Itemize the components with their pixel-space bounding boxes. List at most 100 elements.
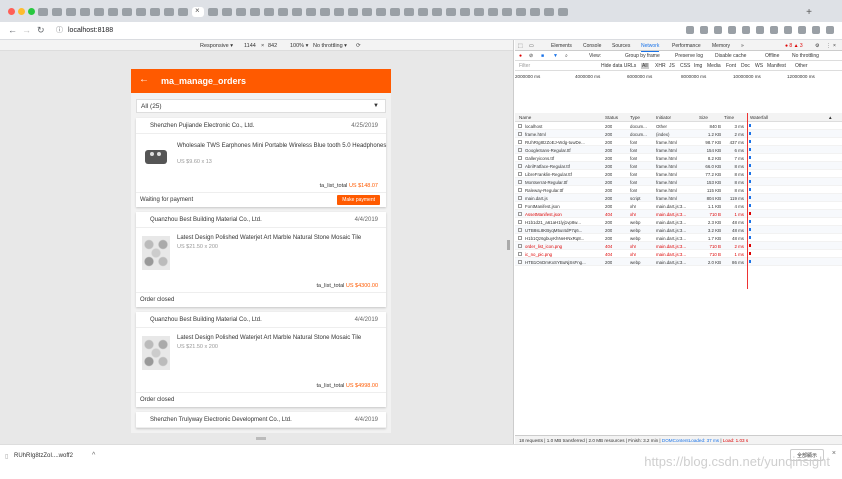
menu-dots-icon[interactable]: [826, 26, 834, 34]
filter-type-xhr[interactable]: XHR: [655, 63, 666, 69]
tab-performance[interactable]: Performance: [672, 43, 701, 49]
browser-tab[interactable]: [502, 8, 512, 16]
tab-memory[interactable]: Memory: [712, 43, 730, 49]
browser-tab[interactable]: [474, 8, 484, 16]
more-tabs-button[interactable]: »: [741, 43, 744, 49]
browser-tab[interactable]: [80, 8, 90, 16]
request-row[interactable]: main.dart.js 200 script frame.html 804 KB 119…: [515, 194, 842, 202]
filter-type-all[interactable]: All: [641, 63, 649, 69]
browser-tab[interactable]: [264, 8, 274, 16]
request-row[interactable]: frame.html 200 docum... (index) 1.2 KB 2 ms: [515, 130, 842, 138]
shop-name[interactable]: Shenzhen Pujiande Electronic Co., Ltd.: [150, 123, 254, 129]
active-tab[interactable]: [192, 6, 204, 17]
request-row[interactable]: order_list_icon.png 404 xhr main.dart.js:3.…: [515, 242, 842, 250]
minimize-window-button[interactable]: [18, 8, 25, 15]
request-initiator[interactable]: frame.html: [656, 196, 696, 201]
request-initiator[interactable]: main.dart.js:3...: [656, 260, 696, 265]
extension-icon[interactable]: [798, 26, 806, 34]
request-row[interactable]: Montserrat-Regular.ttf 200 font frame.html 1…: [515, 178, 842, 186]
request-initiator[interactable]: Other: [656, 124, 696, 129]
viewport-height-input[interactable]: 842: [268, 43, 277, 49]
extension-icon[interactable]: [756, 26, 764, 34]
filter-type-css[interactable]: CSS: [680, 63, 690, 69]
new-tab-button[interactable]: +: [806, 7, 812, 18]
request-row[interactable]: H1b1Qz6gbuyKhNeHNxRq8... 200 webp main.dart…: [515, 234, 842, 242]
browser-tab[interactable]: [236, 8, 246, 16]
browser-tab[interactable]: [150, 8, 160, 16]
clear-icon[interactable]: ⊘: [529, 53, 533, 59]
browser-tab[interactable]: [306, 8, 316, 16]
disable-cache-checkbox[interactable]: Disable cache: [715, 53, 746, 59]
profile-avatar[interactable]: [812, 26, 820, 34]
column-initiator[interactable]: Initiator: [656, 115, 671, 120]
request-initiator[interactable]: frame.html: [656, 172, 696, 177]
request-row[interactable]: RUhRIg8tzZoEJ-Wdg-tuwDe... 200 font frame.h…: [515, 138, 842, 146]
browser-tab[interactable]: [362, 8, 372, 16]
browser-tab[interactable]: [418, 8, 428, 16]
filter-type-ws[interactable]: WS: [755, 63, 763, 69]
browser-tab[interactable]: [488, 8, 498, 16]
browser-tab[interactable]: [178, 8, 188, 16]
order-item[interactable]: Latest Design Polished Waterjet Art Marb…: [136, 328, 386, 392]
bookmark-star-icon[interactable]: [686, 26, 694, 34]
filter-type-media[interactable]: Media: [707, 63, 721, 69]
browser-tab[interactable]: [66, 8, 76, 16]
request-initiator[interactable]: frame.html: [656, 188, 696, 193]
filter-input[interactable]: Filter: [519, 63, 530, 69]
browser-tab[interactable]: [404, 8, 414, 16]
browser-tab[interactable]: [164, 8, 174, 16]
browser-tab[interactable]: [52, 8, 62, 16]
browser-tab[interactable]: [530, 8, 540, 16]
browser-tab[interactable]: [250, 8, 260, 16]
close-window-button[interactable]: [8, 8, 15, 15]
make-payment-button[interactable]: Make payment: [337, 195, 380, 205]
request-initiator[interactable]: frame.html: [656, 140, 696, 145]
order-filter-dropdown[interactable]: All (25) ▼: [136, 99, 386, 113]
browser-tab[interactable]: [122, 8, 132, 16]
kebab-menu-icon[interactable]: ⋮: [826, 43, 831, 49]
filter-type-other[interactable]: Other: [795, 63, 808, 69]
request-initiator[interactable]: main.dart.js:3...: [656, 220, 696, 225]
inspect-element-icon[interactable]: ⬚: [518, 43, 523, 49]
downloaded-file[interactable]: RUhRIg8tzZoI....woff2: [14, 453, 73, 459]
browser-tab[interactable]: [38, 8, 48, 16]
forward-icon[interactable]: →: [22, 25, 31, 35]
browser-tab[interactable]: [320, 8, 330, 16]
order-item[interactable]: Wholesale TWS Earphones Mini Portable Wi…: [136, 134, 386, 192]
extension-icon[interactable]: [770, 26, 778, 34]
request-row[interactable]: localhost 200 docum... Other 840 B 3 ms: [515, 122, 842, 130]
request-row[interactable]: AssetManifest.json 404 xhr main.dart.js:3..…: [515, 210, 842, 218]
request-row[interactable]: ic_no_pic.png 404 xhr main.dart.js:3... 710 …: [515, 250, 842, 258]
preserve-log-checkbox[interactable]: Preserve log: [675, 53, 703, 59]
request-initiator[interactable]: frame.html: [656, 180, 696, 185]
browser-tab[interactable]: [348, 8, 358, 16]
close-icon[interactable]: ×: [832, 450, 836, 457]
filter-type-js[interactable]: JS: [669, 63, 675, 69]
hide-data-urls-checkbox[interactable]: Hide data URLs: [601, 63, 636, 69]
device-mode-select[interactable]: Responsive ▾: [200, 43, 233, 49]
request-initiator[interactable]: main.dart.js:3...: [656, 212, 696, 217]
browser-tab[interactable]: [460, 8, 470, 16]
column-name[interactable]: Name: [519, 115, 531, 120]
reload-icon[interactable]: ↻: [37, 25, 45, 36]
request-initiator[interactable]: frame.html: [656, 148, 696, 153]
close-devtools-icon[interactable]: ×: [833, 43, 836, 49]
column-status[interactable]: Status: [605, 115, 618, 120]
viewport-width-input[interactable]: 1144: [244, 43, 256, 49]
request-row[interactable]: GoogleSans-Regular.ttf 200 font frame.html 1…: [515, 146, 842, 154]
column-time[interactable]: Time: [724, 115, 734, 120]
error-warning-badge[interactable]: ● 8 ▲ 3: [785, 43, 803, 49]
request-initiator[interactable]: main.dart.js:3...: [656, 236, 696, 241]
rotate-icon[interactable]: ⟳: [356, 43, 361, 49]
browser-tab[interactable]: [446, 8, 456, 16]
viewport-resize-handle[interactable]: [507, 240, 510, 250]
request-row[interactable]: FontManifest.json 200 xhr main.dart.js:3...…: [515, 202, 842, 210]
address-bar[interactable]: ⓘ localhost:8188: [54, 25, 664, 37]
request-row[interactable]: AbrilFatface-Regular.ttf 200 font frame.htm…: [515, 162, 842, 170]
search-icon[interactable]: ⌕: [565, 53, 568, 59]
browser-tab[interactable]: [432, 8, 442, 16]
browser-tab[interactable]: [136, 8, 146, 16]
offline-checkbox[interactable]: Offline: [765, 53, 779, 59]
extension-icon[interactable]: [742, 26, 750, 34]
shop-name[interactable]: Quanzhou Best Building Material Co., Ltd…: [150, 317, 262, 323]
